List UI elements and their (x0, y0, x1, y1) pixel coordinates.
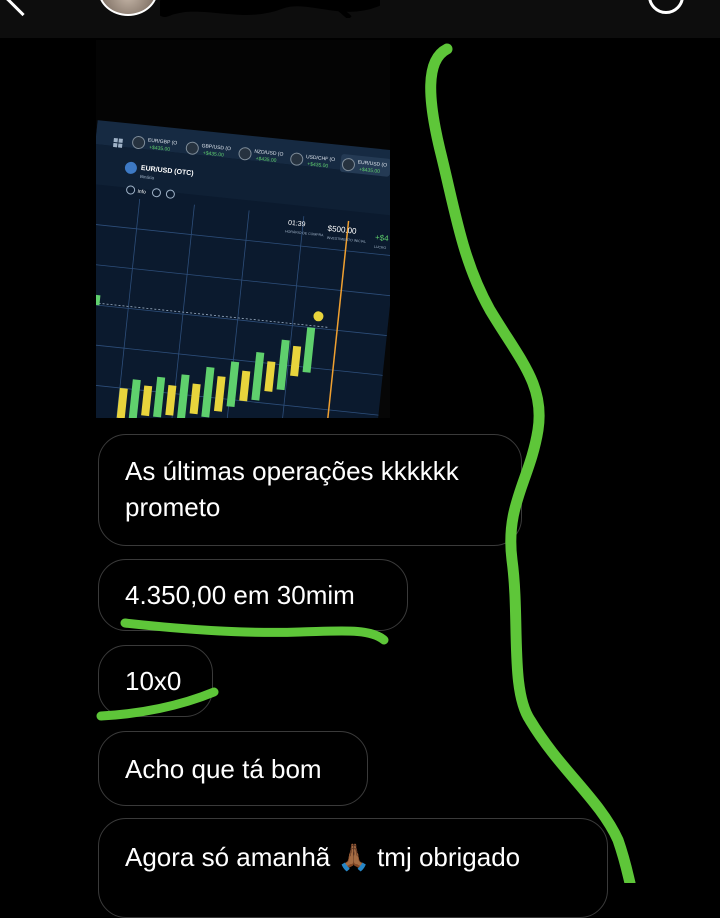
annotation-curve (425, 43, 636, 883)
annotation-overlay (96, 43, 636, 883)
annotation-underline (96, 687, 219, 721)
annotation-underline (120, 618, 389, 645)
